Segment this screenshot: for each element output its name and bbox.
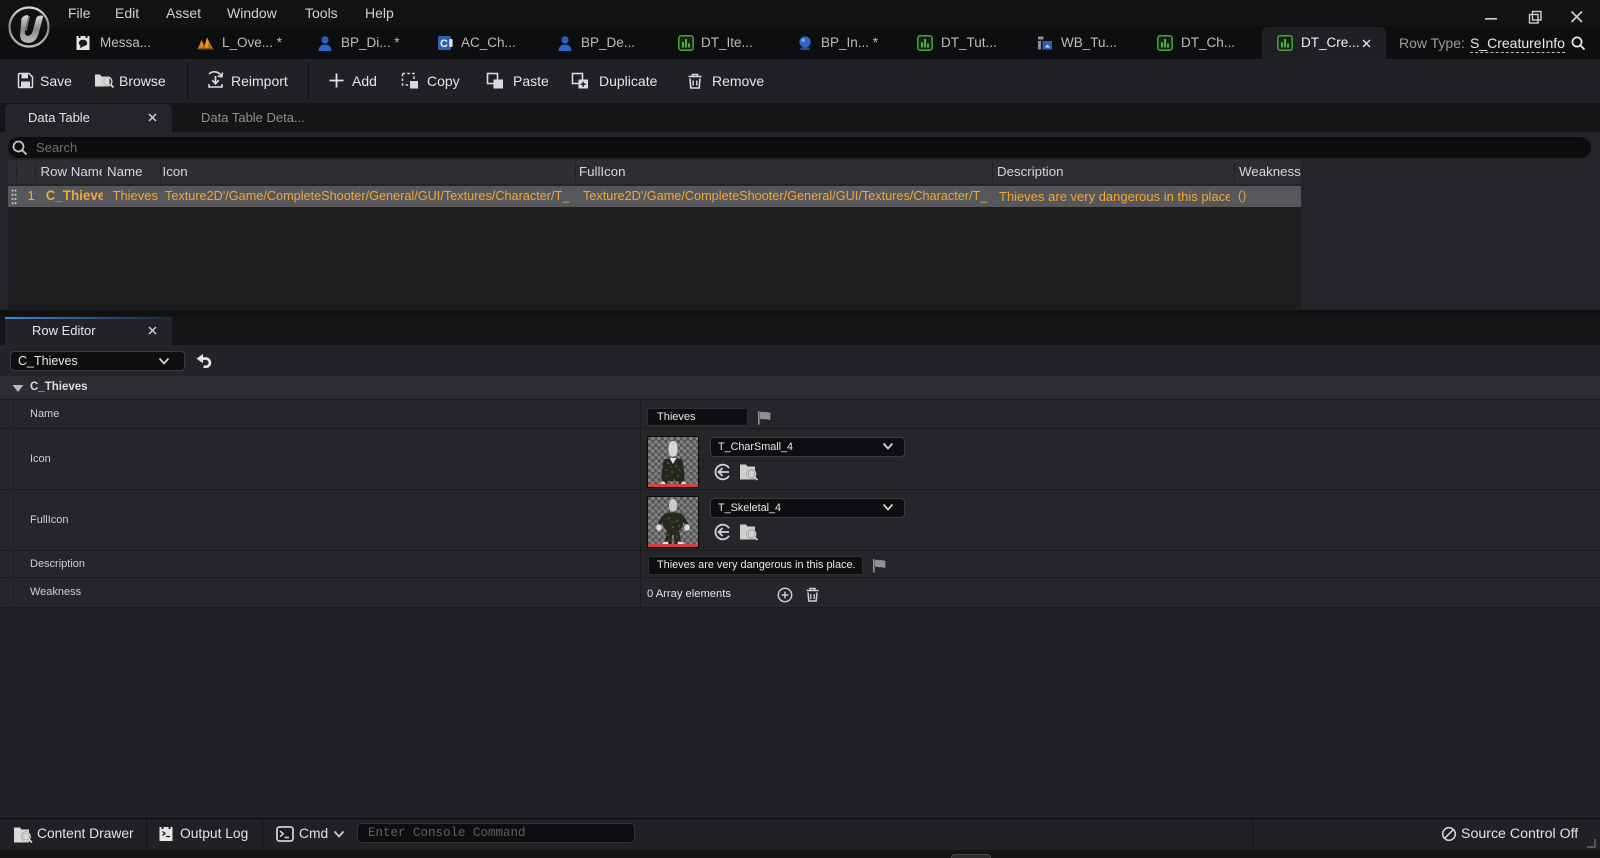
- svg-text:C: C: [440, 38, 448, 50]
